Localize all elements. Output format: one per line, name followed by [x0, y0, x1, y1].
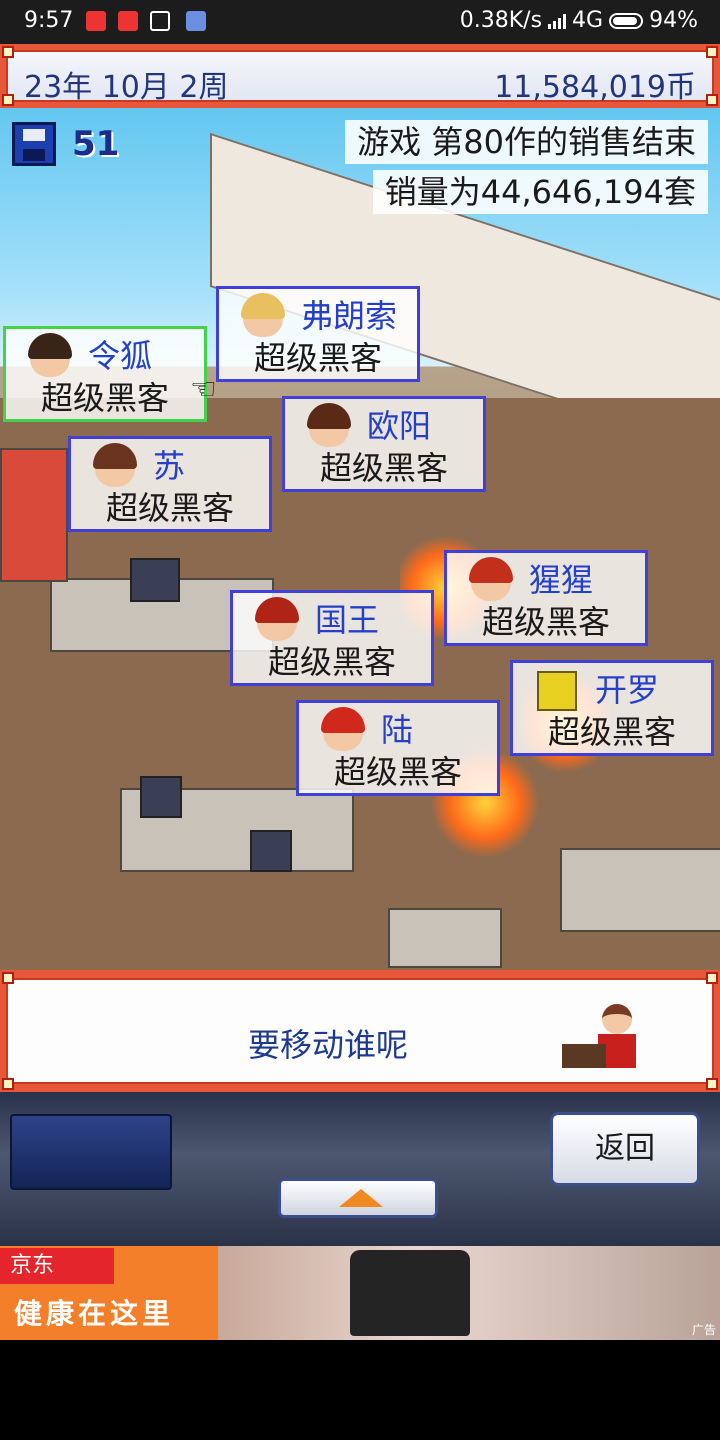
ad-slogan: 健康在这里	[14, 1297, 175, 1330]
staff-avatar	[241, 293, 285, 337]
frame-corner	[706, 94, 718, 106]
frame-corner	[2, 972, 14, 984]
arrow-up-icon	[339, 1189, 383, 1207]
staff-card-ouyang[interactable]: 欧阳 超级黑客	[282, 396, 486, 492]
save-count: 51	[72, 124, 120, 164]
message-text: 要移动谁呢	[247, 1026, 408, 1064]
staff-avatar	[255, 597, 299, 641]
network-speed: 0.38K/s	[459, 8, 543, 33]
staff-name: 令狐	[88, 337, 153, 375]
staff-name: 国王	[315, 601, 380, 639]
frame-corner	[706, 1078, 718, 1090]
pointer-hand-icon: ☜	[190, 372, 217, 407]
news-line-1: 游戏 第80作的销售结束	[345, 120, 708, 164]
staff-job: 超级黑客	[547, 713, 676, 751]
staff-job: 超级黑客	[267, 643, 396, 681]
notification-icon	[86, 11, 106, 31]
staff-name: 陆	[381, 711, 414, 749]
staff-avatar	[321, 707, 365, 751]
control-panel: 返回	[0, 1092, 720, 1246]
staff-avatar	[307, 403, 351, 447]
battery-icon	[609, 12, 644, 29]
ad-product-image	[350, 1250, 470, 1336]
frame-corner	[2, 94, 14, 106]
staff-avatar	[93, 443, 137, 487]
desk	[388, 908, 502, 968]
news-line-2: 销量为44,646,194套	[372, 170, 708, 214]
computer	[130, 558, 180, 602]
top-info-bar: 23年 10月 2周 11,584,019币	[0, 44, 720, 108]
money-display: 11,584,019币	[494, 70, 696, 105]
save-disk-icon	[12, 122, 56, 166]
computer	[140, 776, 182, 818]
staff-card-linghu[interactable]: 令狐 超级黑客	[3, 326, 207, 422]
staff-avatar	[469, 557, 513, 601]
staff-job: 超级黑客	[481, 603, 610, 641]
signal-off-icon	[150, 11, 170, 31]
staff-card-su[interactable]: 苏 超级黑客	[68, 436, 272, 532]
staff-job: 超级黑客	[253, 339, 382, 377]
staff-name: 弗朗索	[301, 297, 398, 335]
staff-card-lu[interactable]: 陆 超级黑客	[296, 700, 500, 796]
vending-machine	[0, 448, 68, 582]
staff-name: 苏	[153, 447, 186, 485]
app-icon	[186, 11, 206, 31]
kairo-bear-avatar	[537, 671, 577, 711]
staff-card-guowang[interactable]: 国王 超级黑客	[230, 590, 434, 686]
ad-brand-logo: 京东	[0, 1248, 114, 1284]
staff-job: 超级黑客	[40, 379, 169, 417]
ad-banner[interactable]: 京东 健康在这里 广告	[0, 1246, 720, 1340]
ad-brand-panel: 京东 健康在这里	[0, 1246, 218, 1340]
staff-card-kairo[interactable]: 开罗 超级黑客	[510, 660, 714, 756]
status-bar: 9:57 0.38K/s 4G 94%	[0, 0, 720, 44]
expand-up-button[interactable]	[278, 1178, 438, 1218]
computer	[250, 830, 292, 872]
notification-icon	[118, 11, 138, 31]
ad-tag: 广告	[691, 1323, 716, 1337]
frame-corner	[2, 46, 14, 58]
staff-name: 猩猩	[529, 561, 594, 599]
office-scene[interactable]: 51 游戏 第80作的销售结束 销量为44,646,194套 令狐 超级黑客 弗…	[0, 108, 720, 970]
message-bar: 要移动谁呢	[0, 970, 720, 1092]
staff-job: 超级黑客	[333, 753, 462, 791]
network-type: 4G	[572, 8, 604, 33]
frame-corner	[2, 1078, 14, 1090]
staff-job: 超级黑客	[319, 449, 448, 487]
frame-corner	[706, 46, 718, 58]
back-button[interactable]: 返回	[550, 1112, 700, 1186]
secretary-icon	[562, 1002, 642, 1072]
staff-name: 欧阳	[367, 407, 432, 445]
game-date: 23年 10月 2周	[24, 70, 229, 105]
frame-corner	[706, 972, 718, 984]
signal-icon	[548, 13, 567, 29]
status-time: 9:57	[24, 8, 74, 33]
menu-panel-button[interactable]	[10, 1114, 172, 1190]
bottom-empty-area	[0, 1340, 720, 1440]
staff-job: 超级黑客	[105, 489, 234, 527]
staff-card-francois[interactable]: 弗朗索 超级黑客	[216, 286, 420, 382]
bookshelf	[560, 848, 720, 932]
staff-name: 开罗	[595, 671, 660, 709]
staff-avatar	[28, 333, 72, 377]
staff-card-xingxing[interactable]: 猩猩 超级黑客	[444, 550, 648, 646]
battery-level: 94%	[649, 8, 698, 33]
